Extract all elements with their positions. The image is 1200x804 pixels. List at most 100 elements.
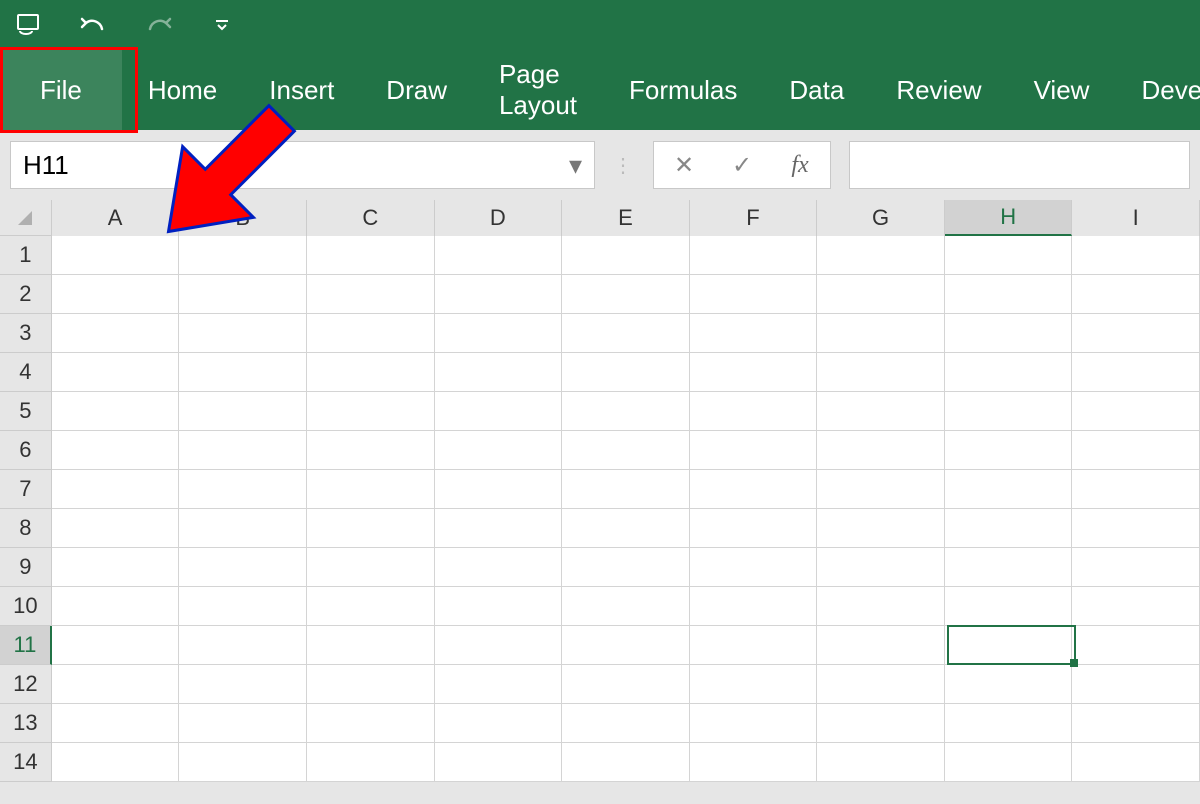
cell[interactable]: [307, 392, 435, 431]
cell[interactable]: [1072, 392, 1200, 431]
cell[interactable]: [690, 743, 818, 782]
cell[interactable]: [52, 704, 180, 743]
cell[interactable]: [817, 704, 945, 743]
cell[interactable]: [435, 626, 563, 665]
cell[interactable]: [52, 548, 180, 587]
save-icon[interactable]: [10, 5, 50, 45]
cell[interactable]: [945, 314, 1073, 353]
name-box[interactable]: H11 ▾: [10, 141, 595, 189]
cell[interactable]: [945, 548, 1073, 587]
cell[interactable]: [1072, 353, 1200, 392]
cell[interactable]: [435, 743, 563, 782]
row-header-6[interactable]: 6: [0, 431, 52, 470]
redo-icon[interactable]: [138, 5, 178, 45]
tab-draw[interactable]: Draw: [360, 50, 473, 130]
cell[interactable]: [307, 431, 435, 470]
cell[interactable]: [817, 743, 945, 782]
cell[interactable]: [690, 470, 818, 509]
cell[interactable]: [307, 275, 435, 314]
row-header-2[interactable]: 2: [0, 275, 52, 314]
cell[interactable]: [307, 587, 435, 626]
cell[interactable]: [179, 392, 307, 431]
cell[interactable]: [562, 704, 690, 743]
cell[interactable]: [52, 665, 180, 704]
cell[interactable]: [817, 236, 945, 275]
row-header-4[interactable]: 4: [0, 353, 52, 392]
cell[interactable]: [179, 626, 307, 665]
cell[interactable]: [817, 626, 945, 665]
cell[interactable]: [307, 314, 435, 353]
col-header-C[interactable]: C: [307, 200, 435, 236]
insert-function-button[interactable]: fx: [772, 142, 828, 188]
cell[interactable]: [307, 509, 435, 548]
cell[interactable]: [817, 314, 945, 353]
customize-qat-icon[interactable]: [202, 5, 242, 45]
cell[interactable]: [435, 236, 563, 275]
cell[interactable]: [52, 743, 180, 782]
cell[interactable]: [945, 665, 1073, 704]
cell[interactable]: [435, 587, 563, 626]
cell[interactable]: [945, 743, 1073, 782]
cell[interactable]: [307, 470, 435, 509]
cell[interactable]: [817, 275, 945, 314]
cell[interactable]: [562, 509, 690, 548]
cell[interactable]: [562, 314, 690, 353]
cell[interactable]: [817, 509, 945, 548]
cell[interactable]: [1072, 275, 1200, 314]
cell[interactable]: [1072, 704, 1200, 743]
col-header-I[interactable]: I: [1072, 200, 1200, 236]
cell[interactable]: [179, 509, 307, 548]
cell[interactable]: [307, 626, 435, 665]
row-header-3[interactable]: 3: [0, 314, 52, 353]
cell[interactable]: [435, 392, 563, 431]
cell[interactable]: [690, 509, 818, 548]
row-header-11[interactable]: 11: [0, 626, 52, 665]
cell[interactable]: [435, 431, 563, 470]
cell[interactable]: [307, 743, 435, 782]
row-header-9[interactable]: 9: [0, 548, 52, 587]
cell[interactable]: [817, 587, 945, 626]
cell[interactable]: [690, 626, 818, 665]
cell[interactable]: [945, 587, 1073, 626]
cell[interactable]: [817, 548, 945, 587]
cell[interactable]: [562, 431, 690, 470]
cell[interactable]: [945, 470, 1073, 509]
cell[interactable]: [435, 275, 563, 314]
cell[interactable]: [562, 470, 690, 509]
chevron-down-icon[interactable]: ▾: [569, 150, 582, 181]
cell[interactable]: [817, 665, 945, 704]
cell[interactable]: [435, 470, 563, 509]
cell[interactable]: [1072, 548, 1200, 587]
cell[interactable]: [179, 314, 307, 353]
cell[interactable]: [1072, 314, 1200, 353]
col-header-G[interactable]: G: [817, 200, 945, 236]
row-header-13[interactable]: 13: [0, 704, 52, 743]
col-header-E[interactable]: E: [562, 200, 690, 236]
cell[interactable]: [690, 587, 818, 626]
row-header-1[interactable]: 1: [0, 236, 52, 275]
tab-view[interactable]: View: [1008, 50, 1116, 130]
cell[interactable]: [562, 743, 690, 782]
select-all-corner[interactable]: [0, 200, 52, 236]
cell[interactable]: [817, 392, 945, 431]
cell[interactable]: [945, 236, 1073, 275]
cell[interactable]: [562, 548, 690, 587]
cell[interactable]: [690, 392, 818, 431]
row-header-14[interactable]: 14: [0, 743, 52, 782]
col-header-H[interactable]: H: [945, 200, 1073, 236]
tab-review[interactable]: Review: [870, 50, 1007, 130]
cell[interactable]: [179, 704, 307, 743]
cell[interactable]: [1072, 743, 1200, 782]
cell[interactable]: [690, 431, 818, 470]
cell[interactable]: [562, 626, 690, 665]
cell[interactable]: [179, 587, 307, 626]
cell[interactable]: [52, 626, 180, 665]
cell[interactable]: [562, 665, 690, 704]
cell[interactable]: [1072, 509, 1200, 548]
cell[interactable]: [52, 431, 180, 470]
tab-home[interactable]: Home: [122, 50, 243, 130]
cell[interactable]: [945, 275, 1073, 314]
tab-file[interactable]: File: [0, 50, 122, 130]
cell[interactable]: [52, 236, 180, 275]
cell[interactable]: [179, 470, 307, 509]
